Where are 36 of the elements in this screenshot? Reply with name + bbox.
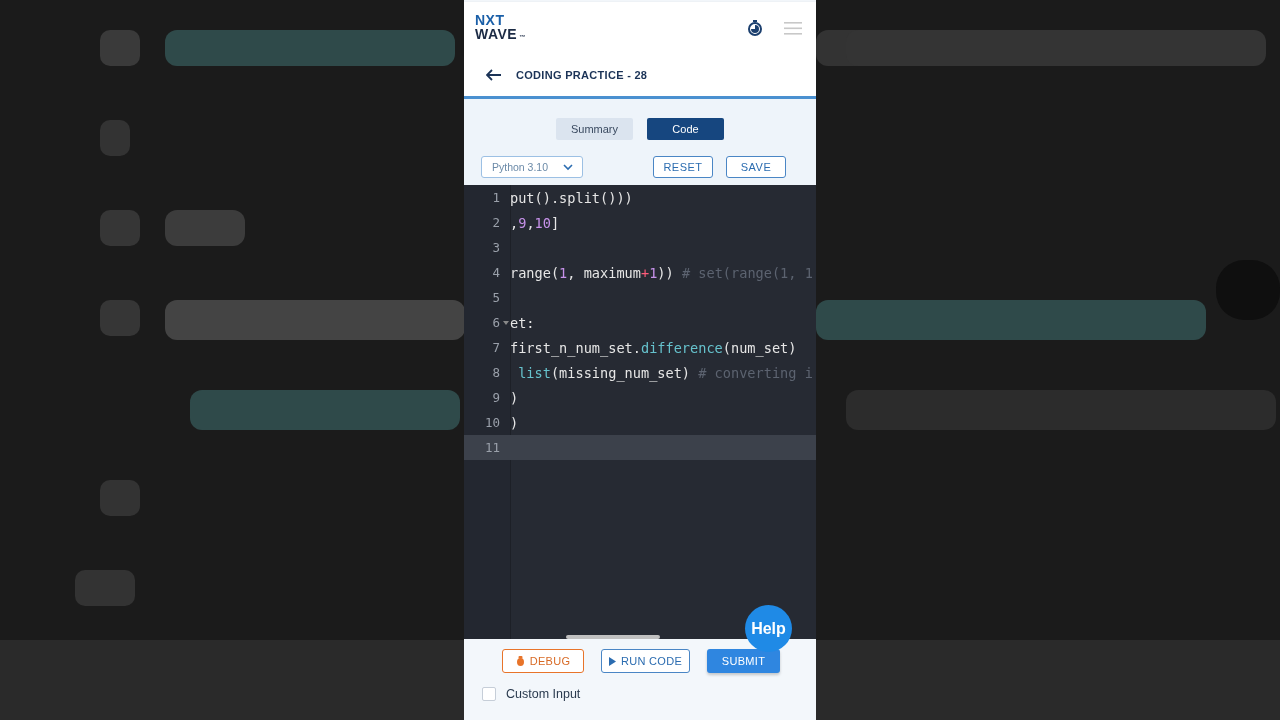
code-line: et:: [510, 314, 535, 331]
bug-icon: [515, 656, 525, 666]
line-number: 6: [492, 315, 500, 330]
reset-button[interactable]: RESET: [653, 156, 713, 178]
code-line: range(1, maximum+1)) # set(range(1, 1: [510, 264, 813, 281]
run-code-button[interactable]: RUN CODE: [601, 649, 690, 673]
checkbox[interactable]: [482, 687, 496, 701]
submit-button[interactable]: SUBMIT: [707, 649, 780, 673]
line-number: 3: [492, 240, 500, 255]
line-number: 8: [492, 365, 500, 380]
language-dropdown[interactable]: Python 3.10: [481, 156, 583, 178]
line-number: 7: [492, 340, 500, 355]
line-number: 2: [492, 215, 500, 230]
debug-button[interactable]: DEBUG: [502, 649, 584, 673]
code-line: list(missing_num_set) # converting i: [517, 364, 813, 381]
back-arrow-icon[interactable]: [486, 69, 502, 81]
line-number: 10: [484, 415, 500, 430]
code-line: ): [510, 389, 519, 406]
fold-arrow-icon[interactable]: [503, 320, 509, 325]
line-number: 11: [484, 440, 500, 455]
line-number: 9: [492, 390, 500, 405]
line-number: 5: [492, 290, 500, 305]
line-number: 1: [492, 190, 500, 205]
chevron-down-icon: [563, 163, 573, 171]
checkbox-label: Custom Input: [506, 687, 581, 701]
code-line: ,9,10]: [510, 214, 560, 231]
save-button[interactable]: SAVE: [726, 156, 786, 178]
code-line: put().split())): [510, 189, 633, 206]
page-title: CODING PRACTICE - 28: [516, 69, 648, 81]
code-line: first_n_num_set.difference(num_set): [510, 339, 797, 356]
play-icon: [608, 656, 616, 666]
stopwatch-icon[interactable]: [748, 20, 762, 36]
tab[interactable]: Summary: [556, 118, 633, 140]
line-number: 4: [492, 265, 500, 280]
code-line: ): [510, 414, 519, 431]
tab[interactable]: Code: [647, 118, 724, 140]
